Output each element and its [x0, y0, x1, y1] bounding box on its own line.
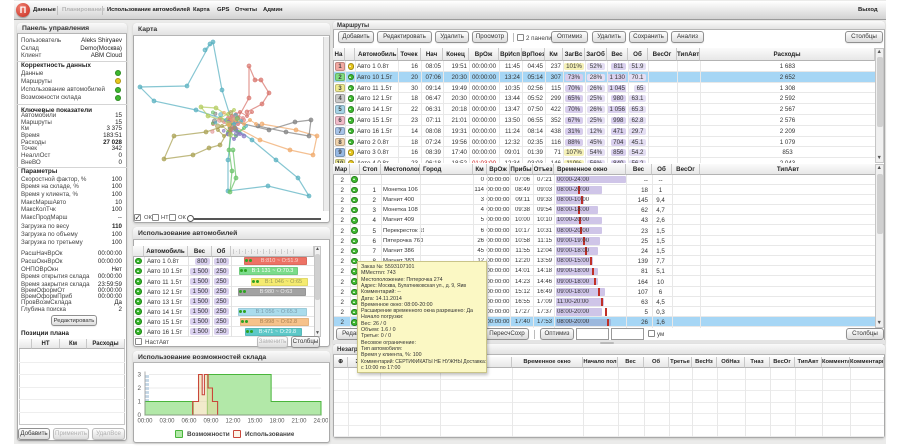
svg-text:06:00: 06:00: [181, 419, 197, 425]
svg-text:03:00: 03:00: [159, 419, 175, 425]
svg-text:2: 2: [137, 385, 141, 392]
svg-text:21:00: 21:00: [291, 419, 307, 425]
svg-text:24:00: 24:00: [313, 419, 328, 425]
svg-text:18:00: 18:00: [269, 419, 285, 425]
svg-text:1: 1: [137, 399, 141, 406]
svg-text:3: 3: [137, 372, 141, 379]
svg-text:09:00: 09:00: [203, 419, 219, 425]
svg-text:00:00: 00:00: [137, 419, 153, 425]
svg-text:12:00: 12:00: [225, 419, 241, 425]
svg-text:15:00: 15:00: [247, 419, 263, 425]
